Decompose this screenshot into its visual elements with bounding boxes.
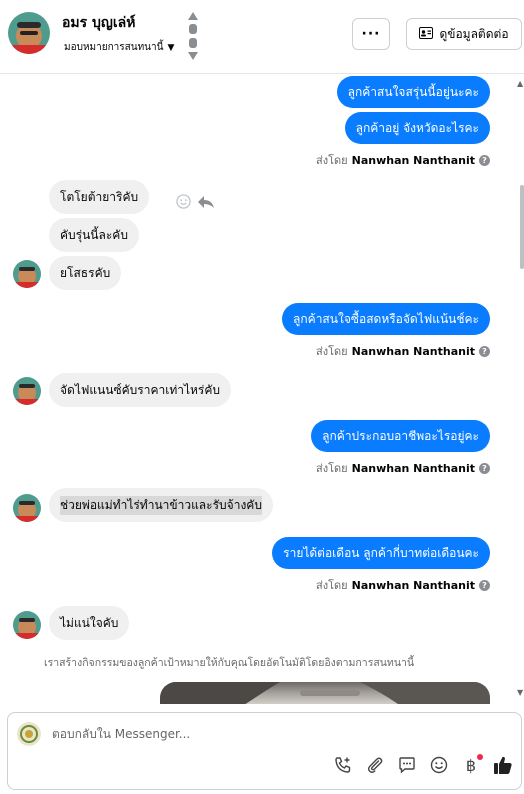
- like-icon[interactable]: [493, 755, 513, 775]
- attachment-icon[interactable]: [365, 755, 385, 775]
- saved-reply-icon[interactable]: [397, 755, 417, 775]
- customer-avatar: [13, 611, 41, 639]
- contact-card-icon: [419, 26, 434, 42]
- scrollbar-thumb[interactable]: [520, 185, 524, 269]
- sender-name: Nanwhan Nanthanit: [351, 461, 475, 475]
- image-attachment[interactable]: [160, 682, 490, 704]
- help-icon[interactable]: ?: [479, 462, 490, 474]
- view-contact-button[interactable]: ดูข้อมูลติดต่อ: [406, 18, 522, 50]
- caret-down-icon: ▼: [167, 42, 175, 53]
- reply-icon[interactable]: [197, 194, 215, 213]
- conversation-header: อมร บุญเล่ห์ มอบหมายการสนทนานี้ ▼ ··· ดู…: [0, 0, 524, 74]
- message-bubble-outgoing[interactable]: ลูกค้าสนใจซื้อสดหรือจัดไฟแน้นช์คะ: [282, 303, 490, 335]
- assign-label: มอบหมายการสนทนานี้: [64, 42, 164, 53]
- message-text-selected: ช่วยพ่อแม่ทำไร่ทำนาข้าวและรับจ้างคับ: [60, 495, 262, 515]
- assign-conversation-dropdown[interactable]: มอบหมายการสนทนานี้ ▼: [64, 40, 174, 55]
- sent-by-prefix: ส่งโดย: [316, 579, 348, 592]
- message-bubble-outgoing[interactable]: ลูกค้าสนใจสรุ่นนี้อยู่นะคะ: [336, 76, 490, 108]
- help-icon[interactable]: ?: [479, 579, 490, 591]
- thread-scrollbar[interactable]: [519, 74, 524, 704]
- help-icon[interactable]: ?: [479, 154, 490, 166]
- view-contact-label: ดูข้อมูลติดต่อ: [439, 26, 509, 41]
- composer-toolbar: ฿: [333, 754, 513, 775]
- sent-by-prefix: ส่งโดย: [316, 345, 348, 358]
- message-bubble-incoming[interactable]: ช่วยพ่อแม่ทำไร่ทำนาข้าวและรับจ้างคับ: [49, 488, 273, 522]
- message-bubble-incoming[interactable]: โตโยต้ายาริคับ: [49, 180, 150, 214]
- sent-by-label: ส่งโดย Nanwhan Nanthanit ?: [316, 342, 490, 360]
- reply-input[interactable]: [52, 727, 472, 741]
- more-options-button[interactable]: ···: [352, 18, 390, 50]
- help-icon[interactable]: ?: [479, 345, 490, 357]
- reorder-handle-icon[interactable]: [187, 12, 199, 60]
- contact-avatar[interactable]: [8, 12, 50, 54]
- react-emoji-icon[interactable]: [176, 194, 191, 213]
- message-bubble-outgoing[interactable]: ลูกค้าประกอบอาชีพอะไรอยู่คะ: [311, 420, 490, 452]
- message-bubble-incoming[interactable]: ไม่แน่ใจคับ: [49, 606, 130, 640]
- customer-avatar: [13, 260, 41, 288]
- contact-name[interactable]: อมร บุญเล่ห์: [62, 12, 135, 34]
- message-actions: [176, 194, 215, 213]
- message-bubble-outgoing[interactable]: รายได้ต่อเดือน ลูกค้ากี่บาทต่อเดือนคะ: [272, 537, 490, 569]
- sender-name: Nanwhan Nanthanit: [351, 578, 475, 592]
- sent-by-label: ส่งโดย Nanwhan Nanthanit ?: [316, 576, 490, 594]
- sent-by-label: ส่งโดย Nanwhan Nanthanit ?: [316, 459, 490, 477]
- notification-dot: [477, 754, 483, 760]
- message-composer: ฿: [7, 712, 522, 790]
- sender-name: Nanwhan Nanthanit: [351, 344, 475, 358]
- message-bubble-outgoing[interactable]: ลูกค้าอยู่ จังหวัดอะไรคะ: [344, 112, 490, 144]
- payment-icon[interactable]: ฿: [461, 754, 483, 775]
- page-avatar: [17, 722, 41, 746]
- message-bubble-incoming[interactable]: คับรุ่นนี้ละคับ: [49, 218, 139, 252]
- more-dots-icon: ···: [361, 26, 381, 42]
- message-bubble-incoming[interactable]: จัดไฟแนนซ์คับราคาเท่าไหร่คับ: [49, 373, 232, 407]
- customer-avatar: [13, 494, 41, 522]
- emoji-icon[interactable]: [429, 755, 449, 775]
- add-call-icon[interactable]: [333, 755, 353, 775]
- ai-activity-note: เราสร้างกิจกรรมของลูกค้าเป้าหมายให้กับคุ…: [44, 657, 415, 669]
- sent-by-label: ส่งโดย Nanwhan Nanthanit ?: [316, 151, 490, 169]
- message-thread[interactable]: ลูกค้าสนใจสรุ่นนี้อยู่นะคะ ลูกค้าอยู่ จั…: [0, 74, 524, 704]
- sent-by-prefix: ส่งโดย: [316, 462, 348, 475]
- customer-avatar: [13, 377, 41, 405]
- sender-name: Nanwhan Nanthanit: [351, 153, 475, 167]
- scroll-up-arrow-icon[interactable]: ▲: [517, 79, 523, 88]
- scroll-down-arrow-icon[interactable]: ▼: [517, 688, 523, 697]
- sent-by-prefix: ส่งโดย: [316, 154, 348, 167]
- message-bubble-incoming[interactable]: ยโสธรคับ: [49, 256, 122, 290]
